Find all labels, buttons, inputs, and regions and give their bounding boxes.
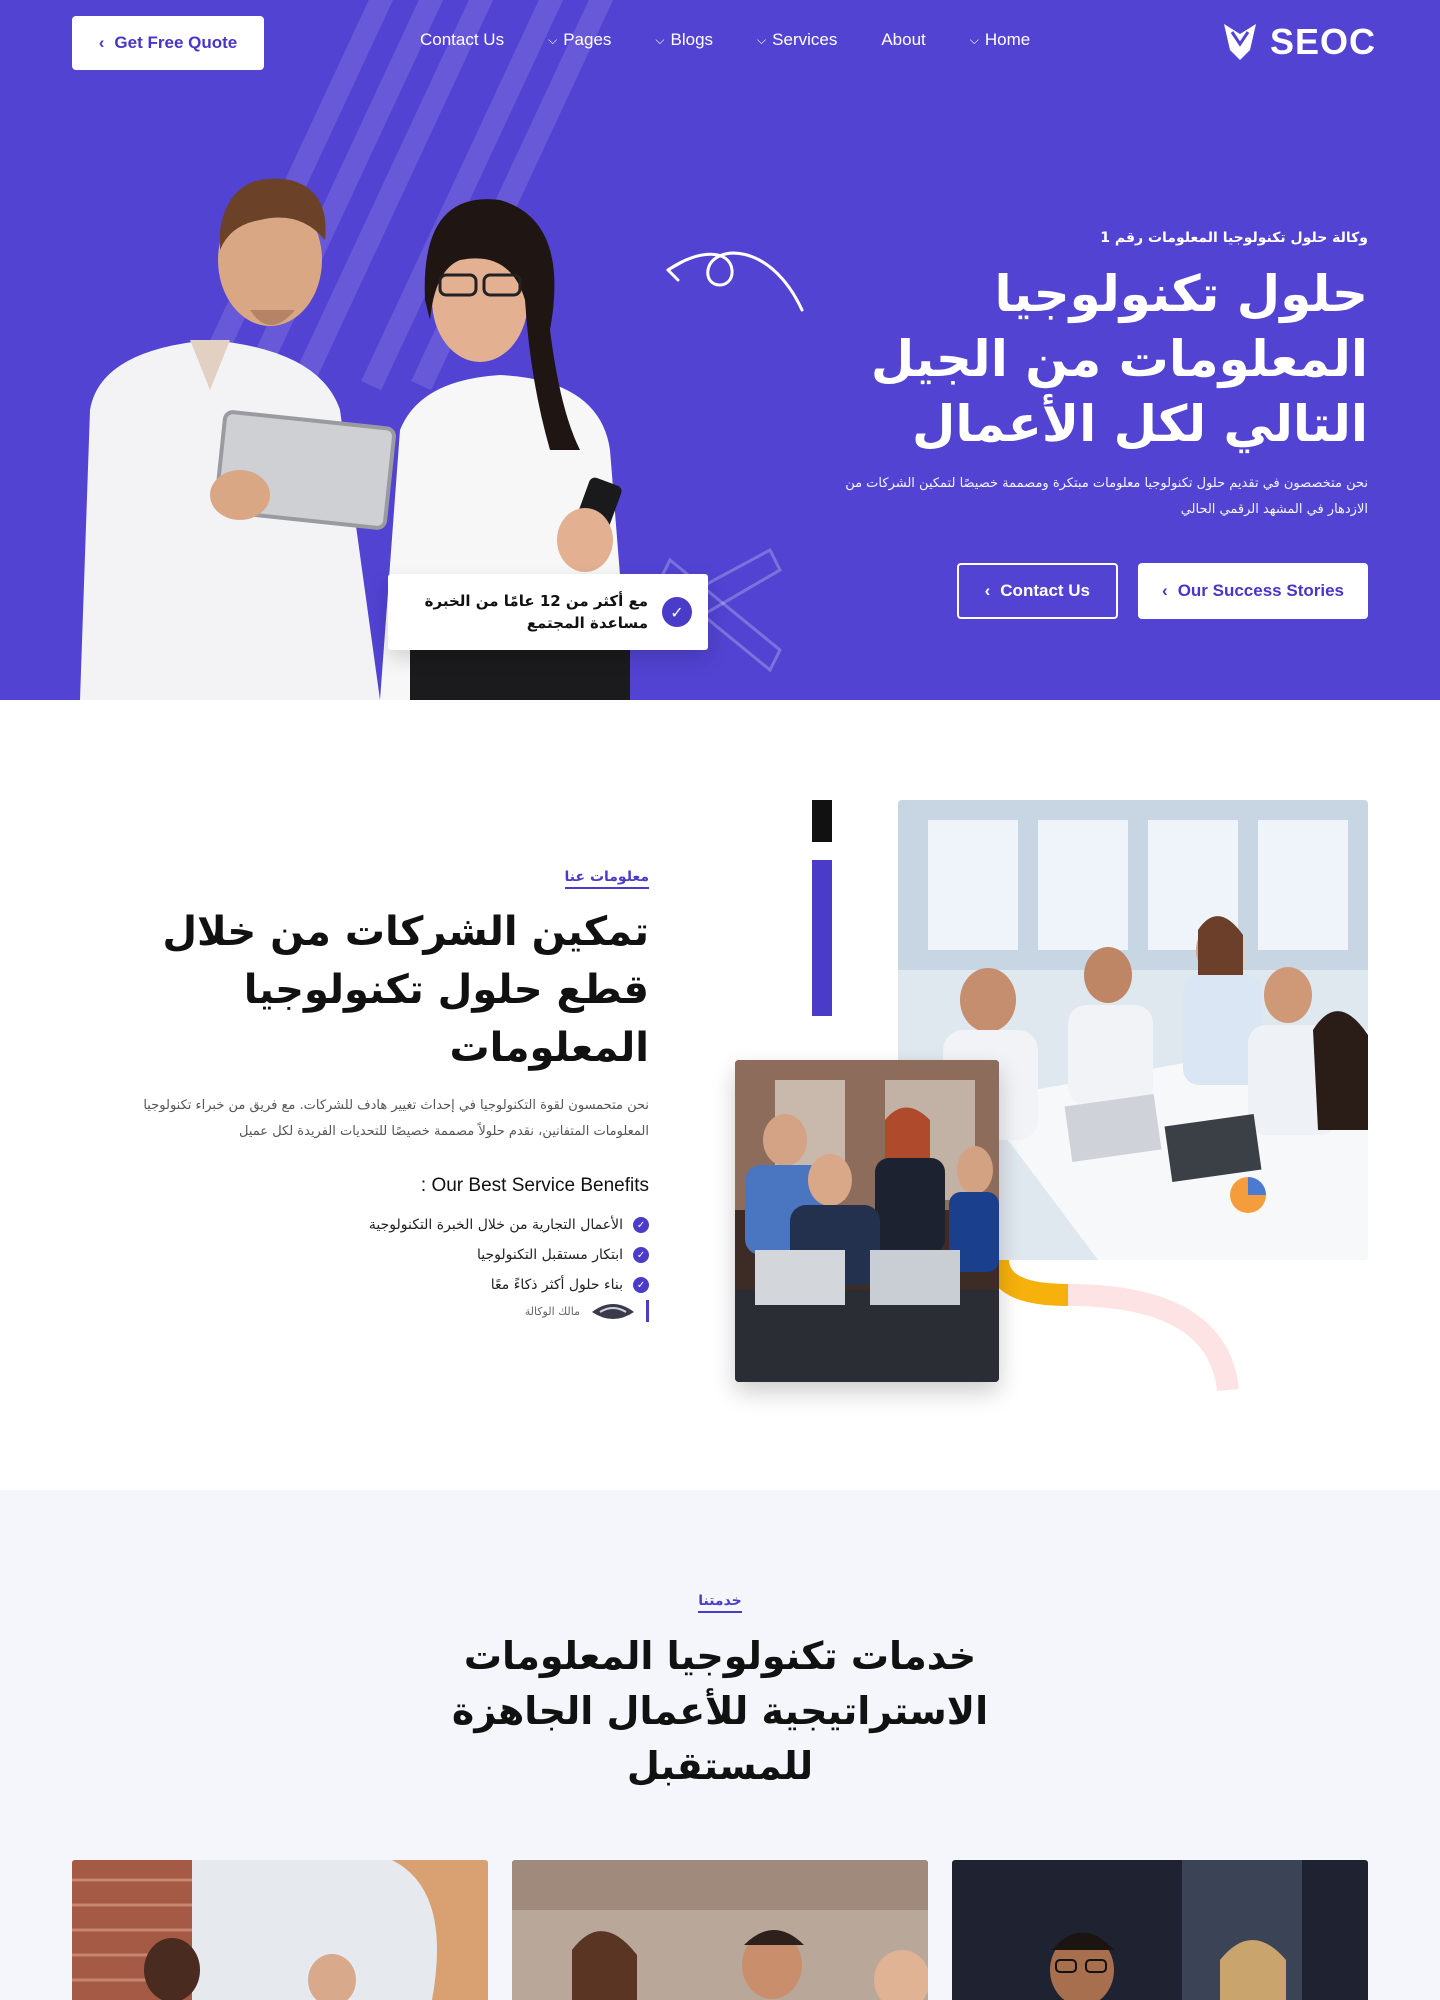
- team-laptop-image: [735, 1060, 999, 1382]
- nav-menu: Contact Us ⌵ Pages ⌵ Blogs ⌵ Services Ab…: [420, 30, 1030, 50]
- benefits-title: : Our Best Service Benefits: [420, 1175, 649, 1196]
- chevron-left-icon: ‹: [984, 581, 991, 600]
- top-nav: ‹ Get Free Quote Contact Us ⌵ Pages ⌵ Bl…: [0, 0, 1440, 86]
- benefit-list: ✓ الأعمال التجارية من خلال الخبرة التكنو…: [89, 1217, 649, 1293]
- check-circle-icon: ✓: [633, 1247, 649, 1263]
- signature-image: [592, 1304, 634, 1319]
- chevron-down-icon: ⌵: [757, 32, 767, 47]
- nav-link-pages[interactable]: ⌵ Pages: [548, 30, 611, 50]
- hero-content: وكالة حلول تكنولوجيا المعلومات رقم 1 حلو…: [808, 230, 1368, 523]
- benefit-text: ابتكار مستقبل التكنولوجيا: [476, 1247, 623, 1263]
- success-stories-button[interactable]: ‹ Our Success Stories: [1138, 563, 1368, 619]
- about-label: معلومات عنا: [564, 869, 649, 889]
- nav-label: Services: [772, 30, 838, 49]
- get-free-quote-button[interactable]: ‹ Get Free Quote: [72, 16, 264, 70]
- nav-label: About: [881, 30, 926, 49]
- benefit-item: ✓ الأعمال التجارية من خلال الخبرة التكنو…: [89, 1217, 649, 1233]
- chevron-left-icon: ‹: [98, 33, 105, 52]
- hero-title: حلول تكنولوجيا المعلومات من الجيل التالي…: [870, 265, 1368, 453]
- decorative-arc: [998, 1260, 1239, 1392]
- check-circle-icon: ✓: [633, 1277, 649, 1293]
- services-title: خدمات تكنولوجيا المعلومات الاستراتيجية ل…: [451, 1634, 989, 1789]
- hero-section: ‹ Get Free Quote Contact Us ⌵ Pages ⌵ Bl…: [0, 0, 1440, 700]
- service-card-image[interactable]: [72, 1860, 488, 2000]
- about-title: تمكين الشركات من خلال قطع حلول تكنولوجيا…: [162, 909, 649, 1071]
- services-section: خدمتنا خدمات تكنولوجيا المعلومات الاسترا…: [0, 1490, 1440, 2000]
- signature-bar: [646, 1300, 649, 1322]
- hero-buttons: ‹ Contact Us ‹ Our Success Stories: [956, 563, 1368, 619]
- nav-link-about[interactable]: About: [881, 30, 925, 50]
- service-card-image[interactable]: [512, 1860, 928, 2000]
- signature-text: مالك الوكالة: [524, 1304, 580, 1318]
- nav-label: Blogs: [670, 30, 714, 49]
- service-card-image[interactable]: [952, 1860, 1368, 2000]
- contact-us-button[interactable]: ‹ Contact Us: [956, 563, 1119, 619]
- experience-badge: ✓ مع أكثر من 12 عامًا من الخبرة مساعدة ا…: [388, 574, 708, 650]
- chevron-down-icon: ⌵: [969, 32, 979, 47]
- decorative-bar: [812, 800, 832, 842]
- logo-text: SEOC: [1270, 21, 1377, 62]
- services-label: خدمتنا: [698, 1593, 742, 1613]
- benefit-item: ✓ بناء حلول أكثر ذكاءً معًا: [89, 1277, 649, 1293]
- about-content: معلومات عنا تمكين الشركات من خلال قطع حل…: [89, 866, 649, 1307]
- success-stories-label: Our Success Stories: [1177, 581, 1344, 600]
- nav-link-blogs[interactable]: ⌵ Blogs: [655, 30, 713, 50]
- logo-icon: [1224, 24, 1256, 60]
- nav-link-contact[interactable]: Contact Us: [420, 30, 504, 50]
- badge-text: مع أكثر من 12 عامًا من الخبرة مساعدة الم…: [424, 591, 648, 633]
- services-header: خدمتنا خدمات تكنولوجيا المعلومات الاسترا…: [0, 1590, 1440, 1794]
- nav-label: Pages: [563, 30, 612, 49]
- contact-us-label: Contact Us: [1000, 581, 1091, 600]
- nav-label: Contact Us: [420, 30, 505, 49]
- check-circle-icon: ✓: [633, 1217, 649, 1233]
- hero-description: نحن متخصصون في تقديم حلول تكنولوجيا معلو…: [845, 476, 1368, 517]
- benefit-item: ✓ ابتكار مستقبل التكنولوجيا: [89, 1247, 649, 1263]
- owner-signature: مالك الوكالة: [525, 1300, 649, 1322]
- get-free-quote-label: Get Free Quote: [114, 33, 238, 52]
- check-circle-icon: ✓: [662, 597, 692, 627]
- about-images: [735, 800, 1375, 1400]
- nav-link-home[interactable]: ⌵ Home: [970, 30, 1030, 50]
- nav-label: Home: [984, 30, 1031, 49]
- hero-eyebrow: وكالة حلول تكنولوجيا المعلومات رقم 1: [1100, 230, 1368, 246]
- chevron-down-icon: ⌵: [655, 32, 665, 47]
- nav-link-services[interactable]: ⌵ Services: [757, 30, 837, 50]
- brand-logo[interactable]: SEOC: [1220, 20, 1376, 64]
- decorative-bar: [812, 860, 832, 1016]
- benefit-text: بناء حلول أكثر ذكاءً معًا: [490, 1277, 623, 1293]
- benefit-text: الأعمال التجارية من خلال الخبرة التكنولو…: [368, 1217, 623, 1233]
- chevron-left-icon: ‹: [1162, 581, 1168, 600]
- about-section: معلومات عنا تمكين الشركات من خلال قطع حل…: [0, 700, 1440, 1490]
- chevron-down-icon: ⌵: [548, 32, 558, 47]
- about-description: نحن متحمسون لقوة التكنولوجيا في إحداث تغ…: [143, 1098, 649, 1139]
